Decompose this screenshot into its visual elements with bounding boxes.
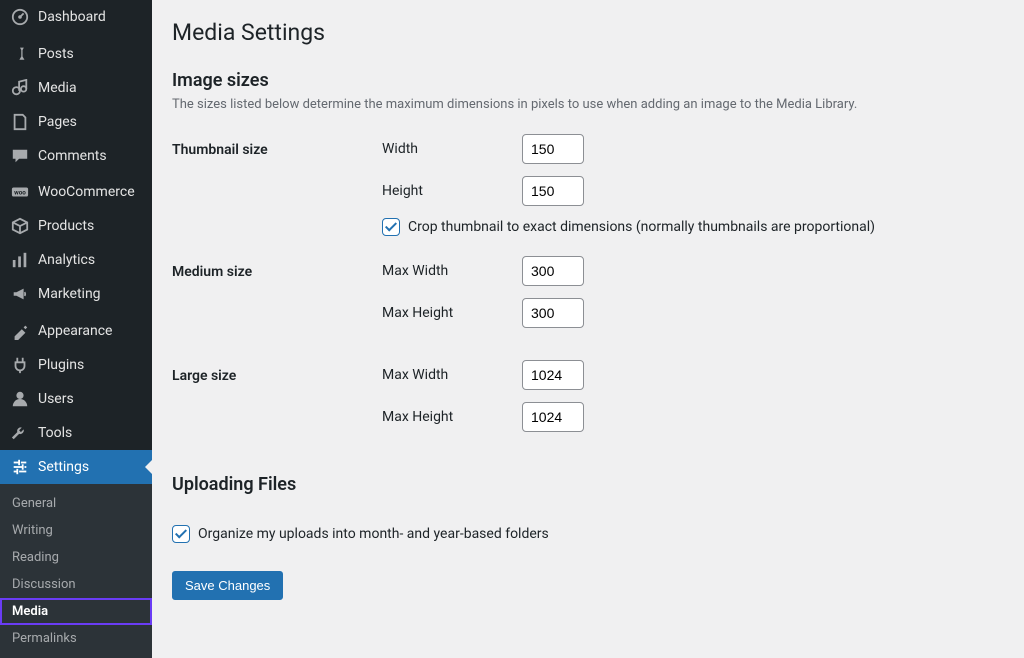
submenu-item-discussion[interactable]: Discussion	[0, 571, 152, 598]
save-button[interactable]: Save Changes	[172, 571, 283, 600]
sidebar-item-label: Settings	[38, 459, 89, 475]
media-icon	[10, 78, 30, 98]
users-icon	[10, 389, 30, 409]
sidebar-item-pages[interactable]: Pages	[0, 105, 152, 139]
sidebar-item-plugins[interactable]: Plugins	[0, 348, 152, 382]
comment-icon	[10, 146, 30, 166]
submenu-item-reading[interactable]: Reading	[0, 544, 152, 571]
medium-width-label: Max Width	[382, 263, 522, 279]
admin-sidebar: Dashboard Posts Media Pages Comments woo…	[0, 0, 152, 658]
large-width-label: Max Width	[382, 367, 522, 383]
pin-icon	[10, 44, 30, 64]
page-icon	[10, 112, 30, 132]
sidebar-item-dashboard[interactable]: Dashboard	[0, 0, 152, 34]
thumbnail-crop-checkbox[interactable]	[382, 218, 400, 236]
sidebar-item-tools[interactable]: Tools	[0, 416, 152, 450]
large-height-input[interactable]	[522, 402, 584, 432]
medium-height-input[interactable]	[522, 298, 584, 328]
marketing-icon	[10, 284, 30, 304]
organize-checkbox[interactable]	[172, 525, 190, 543]
uploading-heading: Uploading Files	[172, 474, 1004, 495]
sidebar-item-label: Pages	[38, 114, 77, 130]
sidebar-item-analytics[interactable]: Analytics	[0, 243, 152, 277]
dashboard-icon	[10, 7, 30, 27]
sidebar-item-label: Media	[38, 80, 77, 96]
submenu-item-general[interactable]: General	[0, 490, 152, 517]
large-height-label: Max Height	[382, 409, 522, 425]
sidebar-item-posts[interactable]: Posts	[0, 37, 152, 71]
woo-icon: woo	[10, 182, 30, 202]
thumbnail-width-label: Width	[382, 141, 522, 157]
sidebar-item-comments[interactable]: Comments	[0, 139, 152, 173]
uploading-table: Organize my uploads into month- and year…	[172, 501, 1004, 553]
sidebar-item-label: Products	[38, 218, 94, 234]
sidebar-item-label: Tools	[38, 425, 72, 441]
thumbnail-width-input[interactable]	[522, 134, 584, 164]
image-sizes-desc: The sizes listed below determine the max…	[172, 97, 1004, 112]
sidebar-item-users[interactable]: Users	[0, 382, 152, 416]
tools-icon	[10, 423, 30, 443]
thumbnail-height-label: Height	[382, 183, 522, 199]
plugin-icon	[10, 355, 30, 375]
medium-width-input[interactable]	[522, 256, 584, 286]
svg-text:woo: woo	[14, 189, 26, 197]
medium-height-label: Max Height	[382, 305, 522, 321]
submenu-item-permalinks[interactable]: Permalinks	[0, 625, 152, 652]
sidebar-item-label: Appearance	[38, 323, 112, 339]
sidebar-item-settings[interactable]: Settings	[0, 450, 152, 484]
image-sizes-heading: Image sizes	[172, 70, 1004, 91]
settings-submenu: General Writing Reading Discussion Media…	[0, 484, 152, 658]
submenu-item-media[interactable]: Media	[0, 598, 152, 625]
sidebar-item-label: Dashboard	[38, 9, 106, 25]
thumbnail-height-input[interactable]	[522, 176, 584, 206]
product-icon	[10, 216, 30, 236]
thumbnail-heading: Thumbnail size	[172, 124, 382, 246]
sidebar-item-label: Comments	[38, 148, 107, 164]
large-heading: Large size	[172, 350, 382, 454]
content-area: Media Settings Image sizes The sizes lis…	[152, 0, 1024, 658]
organize-label: Organize my uploads into month- and year…	[198, 526, 549, 542]
sidebar-item-woocommerce[interactable]: woo WooCommerce	[0, 175, 152, 209]
appearance-icon	[10, 321, 30, 341]
thumbnail-crop-label: Crop thumbnail to exact dimensions (norm…	[408, 219, 875, 235]
sidebar-item-label: WooCommerce	[38, 184, 135, 200]
sidebar-item-marketing[interactable]: Marketing	[0, 277, 152, 311]
thumbnail-crop-label-wrap[interactable]: Crop thumbnail to exact dimensions (norm…	[382, 218, 994, 236]
sidebar-item-products[interactable]: Products	[0, 209, 152, 243]
settings-icon	[10, 457, 30, 477]
submenu-item-writing[interactable]: Writing	[0, 517, 152, 544]
analytics-icon	[10, 250, 30, 270]
sidebar-item-label: Analytics	[38, 252, 95, 268]
sidebar-item-label: Users	[38, 391, 74, 407]
sidebar-item-label: Marketing	[38, 286, 101, 302]
sidebar-item-media[interactable]: Media	[0, 71, 152, 105]
sidebar-item-label: Plugins	[38, 357, 84, 373]
large-width-input[interactable]	[522, 360, 584, 390]
sidebar-item-label: Posts	[38, 46, 74, 62]
organize-label-wrap[interactable]: Organize my uploads into month- and year…	[172, 525, 994, 543]
sidebar-item-appearance[interactable]: Appearance	[0, 314, 152, 348]
settings-table: Thumbnail size Width Height Crop thumbna…	[172, 124, 1004, 454]
medium-heading: Medium size	[172, 246, 382, 350]
page-title: Media Settings	[172, 10, 1004, 50]
